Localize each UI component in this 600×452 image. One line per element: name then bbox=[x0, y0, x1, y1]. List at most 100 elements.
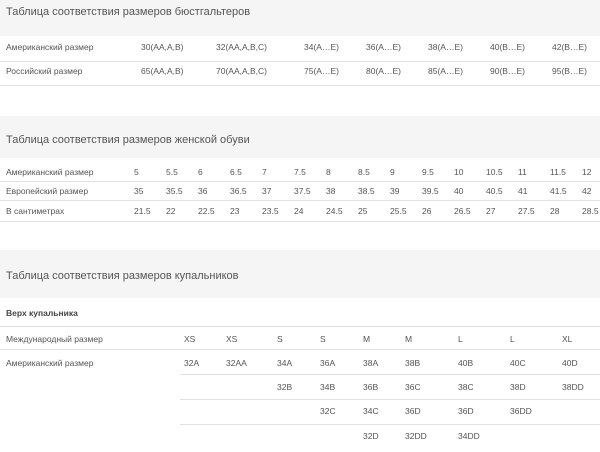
shoes-cell: 10.5 bbox=[486, 167, 503, 177]
swim-cell: 34DD bbox=[458, 431, 480, 441]
shoes-cell: 41.5 bbox=[550, 186, 567, 196]
swim-header-cell: XL bbox=[562, 334, 573, 344]
shoes-cell: 5.5 bbox=[166, 167, 178, 177]
bra-cell: 40(B…E) bbox=[490, 42, 525, 52]
shoes-cell: 37.5 bbox=[294, 186, 311, 196]
shoes-cell: 8 bbox=[326, 167, 331, 177]
swim-cell: 32DD bbox=[405, 431, 427, 441]
swim-cell: 32B bbox=[277, 382, 293, 392]
shoes-cell: 22.5 bbox=[198, 206, 215, 216]
bra-cell: 80(A…E) bbox=[366, 66, 401, 76]
swim-header-cell: XS bbox=[184, 334, 196, 344]
bra-title: Таблица соответствия размеров бюстгальте… bbox=[6, 6, 251, 18]
bra-cell: 90(B…E) bbox=[490, 66, 525, 76]
swim-row-divider bbox=[180, 374, 600, 375]
shoes-cell: 10 bbox=[454, 167, 464, 177]
swim-cell: 36D bbox=[405, 406, 421, 416]
shoes-divider-2 bbox=[0, 200, 600, 201]
bra-cell: 38(A…E) bbox=[428, 42, 463, 52]
shoes-cell: 40.5 bbox=[486, 186, 503, 196]
shoes-cell: 7.5 bbox=[294, 167, 306, 177]
spacer-band bbox=[0, 86, 600, 116]
shoes-cell: 7 bbox=[262, 167, 267, 177]
bra-cell: 75(A…E) bbox=[304, 66, 339, 76]
shoes-cell: 12 bbox=[582, 167, 592, 177]
bra-cell: 30(AA,A,B) bbox=[141, 42, 184, 52]
swim-cell: 38D bbox=[510, 382, 526, 392]
swim-subtitle: Верх купальника bbox=[6, 308, 78, 318]
swim-header-cell: L bbox=[458, 334, 463, 344]
shoes-divider-3 bbox=[0, 221, 600, 222]
shoes-cell: 6.5 bbox=[230, 167, 242, 177]
bra-row-divider bbox=[0, 61, 600, 62]
bra-cell: 70(AA,A,B,C) bbox=[216, 66, 268, 76]
swim-us-label: Американский размер bbox=[6, 358, 94, 368]
swim-cell: 36B bbox=[363, 382, 379, 392]
swim-cell: 40C bbox=[510, 358, 526, 368]
swim-cell: 36DD bbox=[510, 406, 532, 416]
swim-row-divider bbox=[180, 424, 600, 425]
shoes-cell: 39.5 bbox=[422, 186, 439, 196]
swim-header-cell: L bbox=[510, 334, 515, 344]
shoes-cell: 35 bbox=[134, 186, 144, 196]
bra-row-label: Американский размер bbox=[6, 42, 94, 52]
shoes-cell: 25 bbox=[358, 206, 368, 216]
shoes-cell: 42 bbox=[582, 186, 592, 196]
bra-cell: 95(B…E) bbox=[552, 66, 587, 76]
shoes-cell: 25.5 bbox=[390, 206, 407, 216]
swim-header-top-divider bbox=[0, 326, 600, 327]
shoes-cell: 26 bbox=[422, 206, 432, 216]
shoes-cell: 23.5 bbox=[262, 206, 279, 216]
swim-cell: 34B bbox=[320, 382, 336, 392]
shoes-cell: 23 bbox=[230, 206, 240, 216]
swim-cell: 36D bbox=[458, 406, 474, 416]
shoes-cell: 38.5 bbox=[358, 186, 375, 196]
bra-cell: 32(AA,A,B,C) bbox=[216, 42, 268, 52]
swim-row-divider bbox=[180, 399, 600, 400]
swim-header-cell: M bbox=[405, 334, 413, 344]
bra-bottom-divider bbox=[0, 85, 600, 86]
shoes-row-label: Американский размер bbox=[6, 167, 94, 177]
bra-cell: 34(A…E) bbox=[304, 42, 339, 52]
swim-cell: 40D bbox=[562, 358, 578, 368]
bra-cell: 36(A…E) bbox=[366, 42, 401, 52]
shoes-row-label: В сантиметрах bbox=[6, 206, 65, 216]
shoes-cell: 40 bbox=[454, 186, 464, 196]
swim-cell: 36A bbox=[320, 358, 336, 368]
shoes-cell: 11 bbox=[518, 167, 527, 177]
swim-cell: 36C bbox=[405, 382, 421, 392]
swim-cell: 38A bbox=[363, 358, 379, 368]
shoes-cell: 39 bbox=[390, 186, 400, 196]
swim-cell: 38B bbox=[405, 358, 421, 368]
shoes-cell: 9.5 bbox=[422, 167, 434, 177]
shoes-title: Таблица соответствия размеров женской об… bbox=[6, 134, 250, 146]
shoes-cell: 22 bbox=[166, 206, 176, 216]
swim-cell: 32C bbox=[320, 406, 336, 416]
bra-cell: 42(B…E) bbox=[552, 42, 587, 52]
bra-cell: 85(A…E) bbox=[428, 66, 463, 76]
shoes-cell: 27 bbox=[486, 206, 496, 216]
shoes-row-label: Европейский размер bbox=[6, 186, 89, 196]
swim-cell: 34C bbox=[363, 406, 379, 416]
swim-cell: 34A bbox=[277, 358, 293, 368]
swim-header-cell: S bbox=[277, 334, 283, 344]
shoes-cell: 41 bbox=[518, 186, 528, 196]
swim-header-cell: M bbox=[363, 334, 371, 344]
swim-cell: 32D bbox=[363, 431, 379, 441]
bra-row-label: Российский размер bbox=[6, 66, 83, 76]
swim-cell: 40B bbox=[458, 358, 474, 368]
shoes-cell: 27.5 bbox=[518, 206, 535, 216]
swim-header-label: Международный размер bbox=[6, 334, 103, 344]
swim-header-cell: XS bbox=[226, 334, 238, 344]
shoes-divider-1 bbox=[0, 181, 600, 182]
shoes-cell: 6 bbox=[198, 167, 203, 177]
swim-header-divider bbox=[0, 349, 600, 350]
swim-cell: 38C bbox=[458, 382, 474, 392]
shoes-cell: 24.5 bbox=[326, 206, 343, 216]
shoes-cell: 8.5 bbox=[358, 167, 370, 177]
shoes-cell: 28 bbox=[550, 206, 560, 216]
swim-title: Таблица соответствия размеров купальнико… bbox=[6, 270, 239, 282]
swim-cell: 32AA bbox=[226, 358, 247, 368]
swim-header-cell: S bbox=[320, 334, 326, 344]
shoes-cell: 11.5 bbox=[550, 167, 566, 177]
